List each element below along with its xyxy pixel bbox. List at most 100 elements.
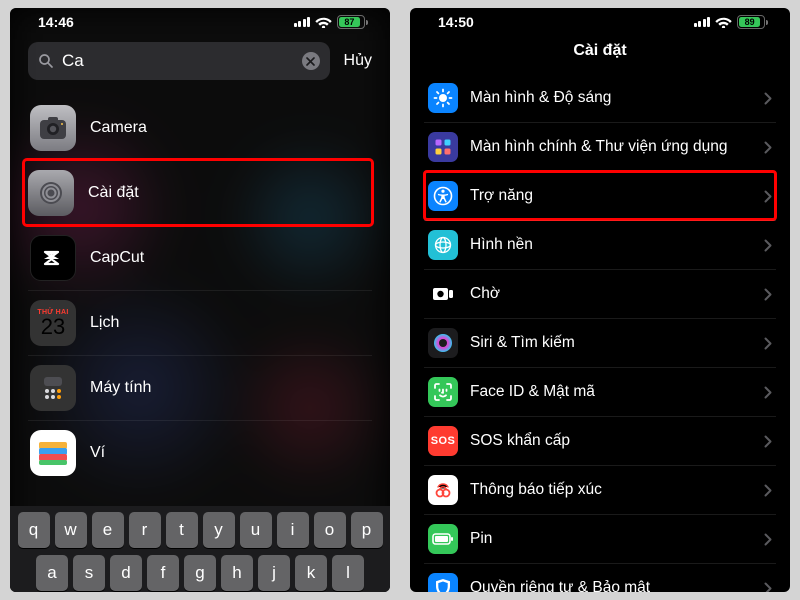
key-u[interactable]: u	[240, 512, 272, 548]
siri-icon	[428, 328, 458, 358]
wifi-icon	[715, 16, 732, 28]
key-d[interactable]: d	[110, 555, 142, 591]
search-result-label: CapCut	[90, 249, 144, 267]
chevron-right-icon	[764, 141, 772, 154]
settings-row-label: Thông báo tiếp xúc	[470, 481, 752, 500]
battery-icon	[428, 524, 458, 554]
chevron-right-icon	[764, 190, 772, 203]
calculator-icon	[30, 365, 76, 411]
chevron-right-icon	[764, 533, 772, 546]
right-phone-frame: 14:50 89 Cài đặt Màn hình & Độ sángMàn h…	[410, 8, 790, 592]
spotlight-search-field[interactable]	[28, 42, 330, 80]
settings-icon	[28, 170, 74, 216]
keyboard[interactable]: qwertyuiop asdfghjkl	[10, 506, 390, 592]
search-input[interactable]	[62, 51, 294, 71]
settings-row-label: Face ID & Mật mã	[470, 383, 752, 402]
settings-row-display[interactable]: Màn hình & Độ sáng	[424, 74, 776, 122]
search-icon	[38, 53, 54, 69]
chevron-right-icon	[764, 92, 772, 105]
homescreen-icon	[428, 132, 458, 162]
settings-row-standby[interactable]: Chờ	[424, 269, 776, 318]
key-p[interactable]: p	[351, 512, 383, 548]
key-k[interactable]: k	[295, 555, 327, 591]
search-result-settings[interactable]: Cài đặt	[24, 160, 372, 225]
battery-indicator: 89	[737, 15, 768, 29]
cellular-signal-icon	[294, 17, 311, 27]
chevron-right-icon	[764, 239, 772, 252]
settings-row-sos[interactable]: SOS SOS khẩn cấp	[424, 416, 776, 465]
settings-row-label: Hình nền	[470, 236, 752, 255]
tutorial-two-up: 14:46 87 Hủy	[0, 0, 800, 600]
settings-row-battery[interactable]: Pin	[424, 514, 776, 563]
search-result-calculator[interactable]: Máy tính	[28, 355, 372, 420]
privacy-icon	[428, 573, 458, 592]
status-time: 14:46	[38, 14, 74, 30]
standby-icon	[428, 279, 458, 309]
key-g[interactable]: g	[184, 555, 216, 591]
cellular-signal-icon	[694, 17, 711, 27]
settings-row-wallpaper[interactable]: Hình nền	[424, 220, 776, 269]
display-icon	[428, 83, 458, 113]
key-f[interactable]: f	[147, 555, 179, 591]
status-time: 14:50	[438, 14, 474, 30]
key-w[interactable]: w	[55, 512, 87, 548]
settings-row-label: Chờ	[470, 285, 752, 304]
key-h[interactable]: h	[221, 555, 253, 591]
key-t[interactable]: t	[166, 512, 198, 548]
chevron-right-icon	[764, 484, 772, 497]
settings-row-label: Trợ năng	[470, 187, 752, 206]
settings-row-homescreen[interactable]: Màn hình chính & Thư viện ứng dụng	[424, 122, 776, 171]
wallet-icon	[30, 430, 76, 476]
search-result-label: Camera	[90, 119, 147, 137]
settings-row-accessibility[interactable]: Trợ năng	[424, 171, 776, 220]
chevron-right-icon	[764, 582, 772, 593]
search-results-list: Camera Cài đặt CapCut THỨ HAI23 Lịch Máy tính…	[10, 88, 390, 485]
settings-row-siri[interactable]: Siri & Tìm kiếm	[424, 318, 776, 367]
status-bar: 14:46 87	[10, 8, 390, 32]
key-i[interactable]: i	[277, 512, 309, 548]
search-result-calendar[interactable]: THỨ HAI23 Lịch	[28, 290, 372, 355]
key-y[interactable]: y	[203, 512, 235, 548]
settings-row-privacy[interactable]: Quyền riêng tư & Bảo mật	[424, 563, 776, 592]
camera-icon	[30, 105, 76, 151]
settings-row-faceid[interactable]: Face ID & Mật mã	[424, 367, 776, 416]
battery-indicator: 87	[337, 15, 368, 29]
key-j[interactable]: j	[258, 555, 290, 591]
search-result-label: Cài đặt	[88, 184, 139, 202]
key-e[interactable]: e	[92, 512, 124, 548]
cancel-button[interactable]: Hủy	[344, 52, 372, 70]
chevron-right-icon	[764, 337, 772, 350]
status-bar: 14:50 89	[410, 8, 790, 32]
wifi-icon	[315, 16, 332, 28]
search-result-wallet[interactable]: Ví	[28, 420, 372, 485]
faceid-icon	[428, 377, 458, 407]
settings-row-label: Siri & Tìm kiếm	[470, 334, 752, 353]
chevron-right-icon	[764, 386, 772, 399]
key-r[interactable]: r	[129, 512, 161, 548]
accessibility-icon	[428, 181, 458, 211]
key-o[interactable]: o	[314, 512, 346, 548]
exposure-icon	[428, 475, 458, 505]
settings-row-exposure[interactable]: Thông báo tiếp xúc	[424, 465, 776, 514]
chevron-right-icon	[764, 288, 772, 301]
search-result-label: Lịch	[90, 314, 119, 332]
clear-search-button[interactable]	[302, 52, 320, 70]
sos-icon: SOS	[428, 426, 458, 456]
settings-list: Màn hình & Độ sáng Màn hình chính & Thư v…	[410, 74, 790, 592]
key-a[interactable]: a	[36, 555, 68, 591]
key-l[interactable]: l	[332, 555, 364, 591]
chevron-right-icon	[764, 435, 772, 448]
capcut-icon	[30, 235, 76, 281]
left-phone-frame: 14:46 87 Hủy	[10, 8, 390, 592]
settings-row-label: SOS khẩn cấp	[470, 432, 752, 451]
page-title: Cài đặt	[410, 32, 790, 74]
settings-row-label: Màn hình chính & Thư viện ứng dụng	[470, 138, 752, 157]
calendar-icon: THỨ HAI23	[30, 300, 76, 346]
wallpaper-icon	[428, 230, 458, 260]
key-s[interactable]: s	[73, 555, 105, 591]
search-result-label: Máy tính	[90, 379, 151, 397]
search-result-camera[interactable]: Camera	[28, 96, 372, 160]
key-q[interactable]: q	[18, 512, 50, 548]
search-result-capcut[interactable]: CapCut	[28, 225, 372, 290]
settings-row-label: Quyền riêng tư & Bảo mật	[470, 579, 752, 592]
